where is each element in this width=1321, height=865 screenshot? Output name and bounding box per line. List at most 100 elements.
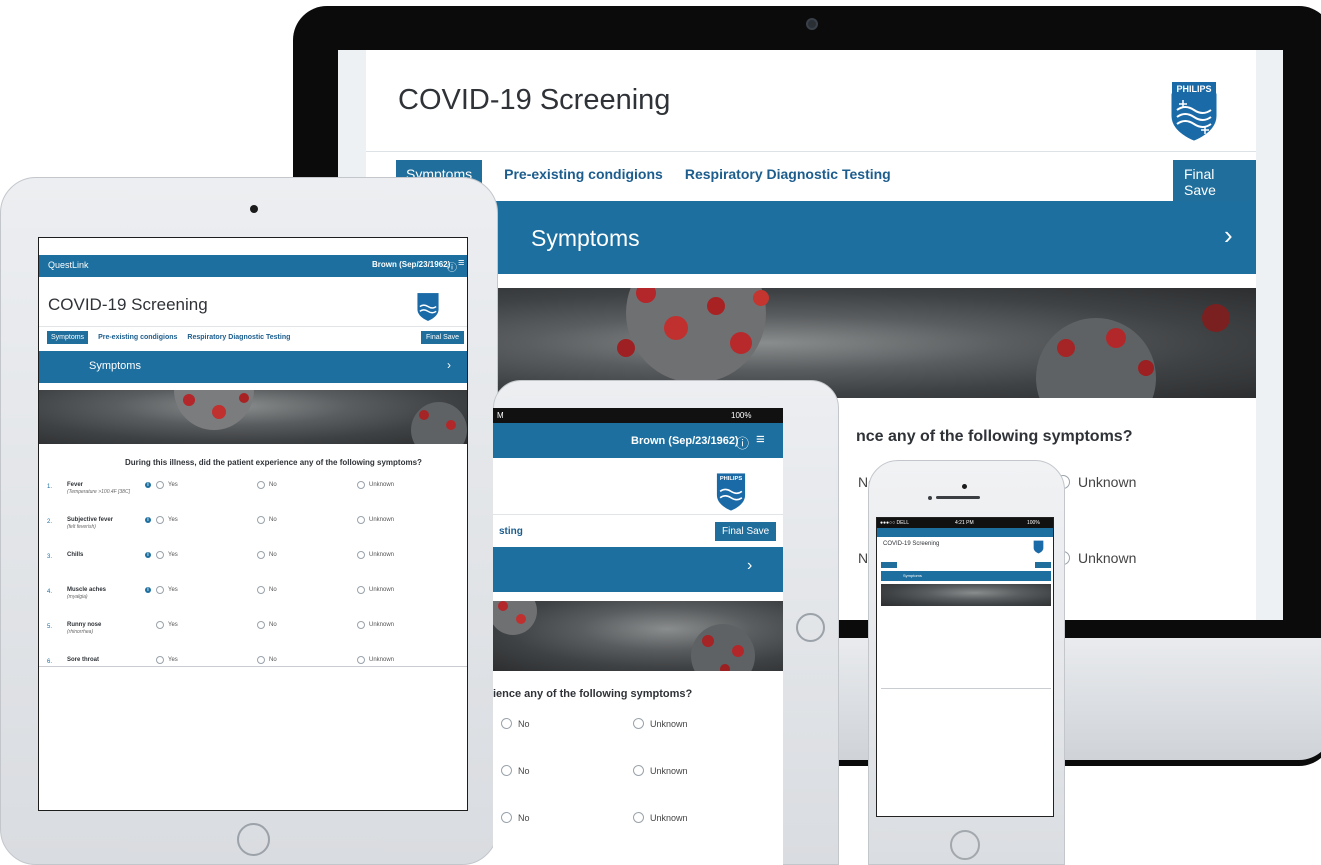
table-divider bbox=[881, 688, 1051, 689]
row-number: 4. bbox=[47, 589, 53, 595]
radio-circle[interactable] bbox=[501, 765, 512, 776]
option-no[interactable]: No bbox=[257, 656, 277, 664]
row-number: 5. bbox=[47, 624, 53, 630]
option-yes[interactable]: Yes bbox=[156, 481, 178, 489]
info-icon[interactable]: ⓘ bbox=[736, 433, 749, 452]
chevron-right-icon[interactable]: › bbox=[447, 358, 451, 372]
tab-pre-existing-conditions[interactable]: Pre-existing condigions bbox=[98, 334, 177, 341]
option-no-row3[interactable]: No bbox=[501, 812, 530, 823]
option-unknown-row1[interactable]: Unknown bbox=[633, 718, 688, 729]
table-row: 5. Runny nose (rhinorrhea) Yes No Unknow… bbox=[39, 621, 467, 646]
radio-circle[interactable] bbox=[257, 516, 265, 524]
radio-circle[interactable] bbox=[156, 586, 164, 594]
option-unknown[interactable]: Unknown bbox=[357, 516, 394, 524]
option-no-row1[interactable]: No bbox=[501, 718, 530, 729]
symptom-note: (Temperature >100.4F [38C] bbox=[67, 489, 130, 495]
radio-circle[interactable] bbox=[357, 621, 365, 629]
table-row: 3. Chills i Yes No Unknown bbox=[39, 551, 467, 576]
option-unknown[interactable]: Unknown bbox=[357, 621, 394, 629]
info-icon[interactable]: i bbox=[145, 552, 151, 558]
patient-label: Brown (Sep/23/1962) bbox=[372, 260, 451, 269]
tab-respiratory-testing[interactable]: Respiratory Diagnostic Testing bbox=[685, 166, 891, 182]
radio-circle[interactable] bbox=[357, 481, 365, 489]
tab-symptoms[interactable] bbox=[881, 562, 897, 568]
option-unknown-row1[interactable]: Unknown bbox=[1056, 474, 1136, 490]
radio-circle[interactable] bbox=[501, 812, 512, 823]
radio-circle[interactable] bbox=[257, 656, 265, 664]
info-icon[interactable]: i bbox=[145, 482, 151, 488]
option-yes[interactable]: Yes bbox=[156, 621, 178, 629]
option-no-label: No bbox=[269, 482, 277, 488]
symptom-question: During this illness, did the patient exp… bbox=[125, 458, 422, 467]
tab-respiratory-testing[interactable]: Respiratory Diagnostic Testing bbox=[187, 334, 290, 341]
option-unknown[interactable]: Unknown bbox=[357, 656, 394, 664]
info-icon[interactable]: i bbox=[145, 517, 151, 523]
radio-circle[interactable] bbox=[357, 656, 365, 664]
option-unknown-row2[interactable]: Unknown bbox=[633, 765, 688, 776]
option-no[interactable]: No bbox=[257, 551, 277, 559]
option-unknown[interactable]: Unknown bbox=[357, 586, 394, 594]
option-no[interactable]: No bbox=[257, 586, 277, 594]
option-no-label: No bbox=[518, 718, 530, 729]
symptom-name: Fever bbox=[67, 482, 84, 488]
symptom-name: Muscle aches bbox=[67, 587, 107, 593]
radio-circle[interactable] bbox=[633, 812, 644, 823]
final-save-button[interactable]: Final Save bbox=[1173, 160, 1256, 204]
radio-circle[interactable] bbox=[156, 516, 164, 524]
option-unknown-label: Unknown bbox=[369, 622, 395, 628]
option-no[interactable]: No bbox=[257, 516, 277, 524]
option-yes-label: Yes bbox=[168, 587, 178, 593]
symptom-name: Chills bbox=[67, 552, 84, 558]
radio-circle[interactable] bbox=[257, 621, 265, 629]
info-icon[interactable]: ⓘ bbox=[447, 259, 457, 274]
menu-icon[interactable]: ≡ bbox=[756, 431, 765, 448]
status-time: M bbox=[497, 411, 504, 420]
radio-circle[interactable] bbox=[357, 551, 365, 559]
section-header[interactable] bbox=[366, 201, 1256, 274]
option-no[interactable]: No bbox=[257, 621, 277, 629]
radio-circle[interactable] bbox=[156, 656, 164, 664]
symptom-note: (rhinorrhea) bbox=[67, 629, 94, 635]
radio-circle[interactable] bbox=[156, 621, 164, 629]
option-unknown-row3[interactable]: Unknown bbox=[633, 812, 688, 823]
radio-circle[interactable] bbox=[156, 551, 164, 559]
radio-circle[interactable] bbox=[257, 551, 265, 559]
option-no-label: No bbox=[518, 765, 530, 776]
option-unknown-label: Unknown bbox=[369, 517, 395, 523]
final-save-button[interactable] bbox=[1035, 562, 1051, 568]
option-yes[interactable]: Yes bbox=[156, 516, 178, 524]
radio-circle[interactable] bbox=[633, 765, 644, 776]
tablet-home-button bbox=[237, 823, 270, 856]
tablet-screen: QuestLink Brown (Sep/23/1962) ⓘ ≡ COVID-… bbox=[38, 237, 468, 811]
radio-circle[interactable] bbox=[257, 481, 265, 489]
option-yes[interactable]: Yes bbox=[156, 586, 178, 594]
section-header[interactable] bbox=[493, 547, 783, 592]
tab-respiratory-testing[interactable]: sting bbox=[499, 526, 523, 537]
option-unknown[interactable]: Unknown bbox=[357, 551, 394, 559]
radio-circle[interactable] bbox=[633, 718, 644, 729]
option-no-label: No bbox=[269, 657, 277, 663]
chevron-right-icon[interactable]: › bbox=[1224, 220, 1233, 251]
option-yes[interactable]: Yes bbox=[156, 551, 178, 559]
chevron-right-icon[interactable]: › bbox=[747, 557, 752, 575]
philips-logo: PHILIPS bbox=[1169, 80, 1219, 147]
radio-circle[interactable] bbox=[156, 481, 164, 489]
radio-circle[interactable] bbox=[501, 718, 512, 729]
option-no[interactable]: No bbox=[257, 481, 277, 489]
menu-icon[interactable]: ≡ bbox=[458, 257, 464, 269]
radio-circle[interactable] bbox=[357, 586, 365, 594]
final-save-button[interactable]: Final Save bbox=[421, 331, 465, 344]
option-yes[interactable]: Yes bbox=[156, 656, 178, 664]
tab-pre-existing-conditions[interactable]: Pre-existing condigions bbox=[504, 166, 663, 182]
info-icon[interactable]: i bbox=[145, 587, 151, 593]
option-unknown-row2[interactable]: Unknown bbox=[1056, 550, 1136, 566]
option-no-row2[interactable]: No bbox=[501, 765, 530, 776]
option-unknown[interactable]: Unknown bbox=[357, 481, 394, 489]
svg-text:PHILIPS: PHILIPS bbox=[1176, 84, 1211, 94]
radio-circle[interactable] bbox=[257, 586, 265, 594]
monitor-camera bbox=[806, 18, 818, 30]
option-unknown-label: Unknown bbox=[369, 587, 395, 593]
radio-circle[interactable] bbox=[357, 516, 365, 524]
final-save-button[interactable]: Final Save bbox=[715, 522, 777, 541]
tab-symptoms[interactable]: Symptoms bbox=[47, 331, 89, 344]
